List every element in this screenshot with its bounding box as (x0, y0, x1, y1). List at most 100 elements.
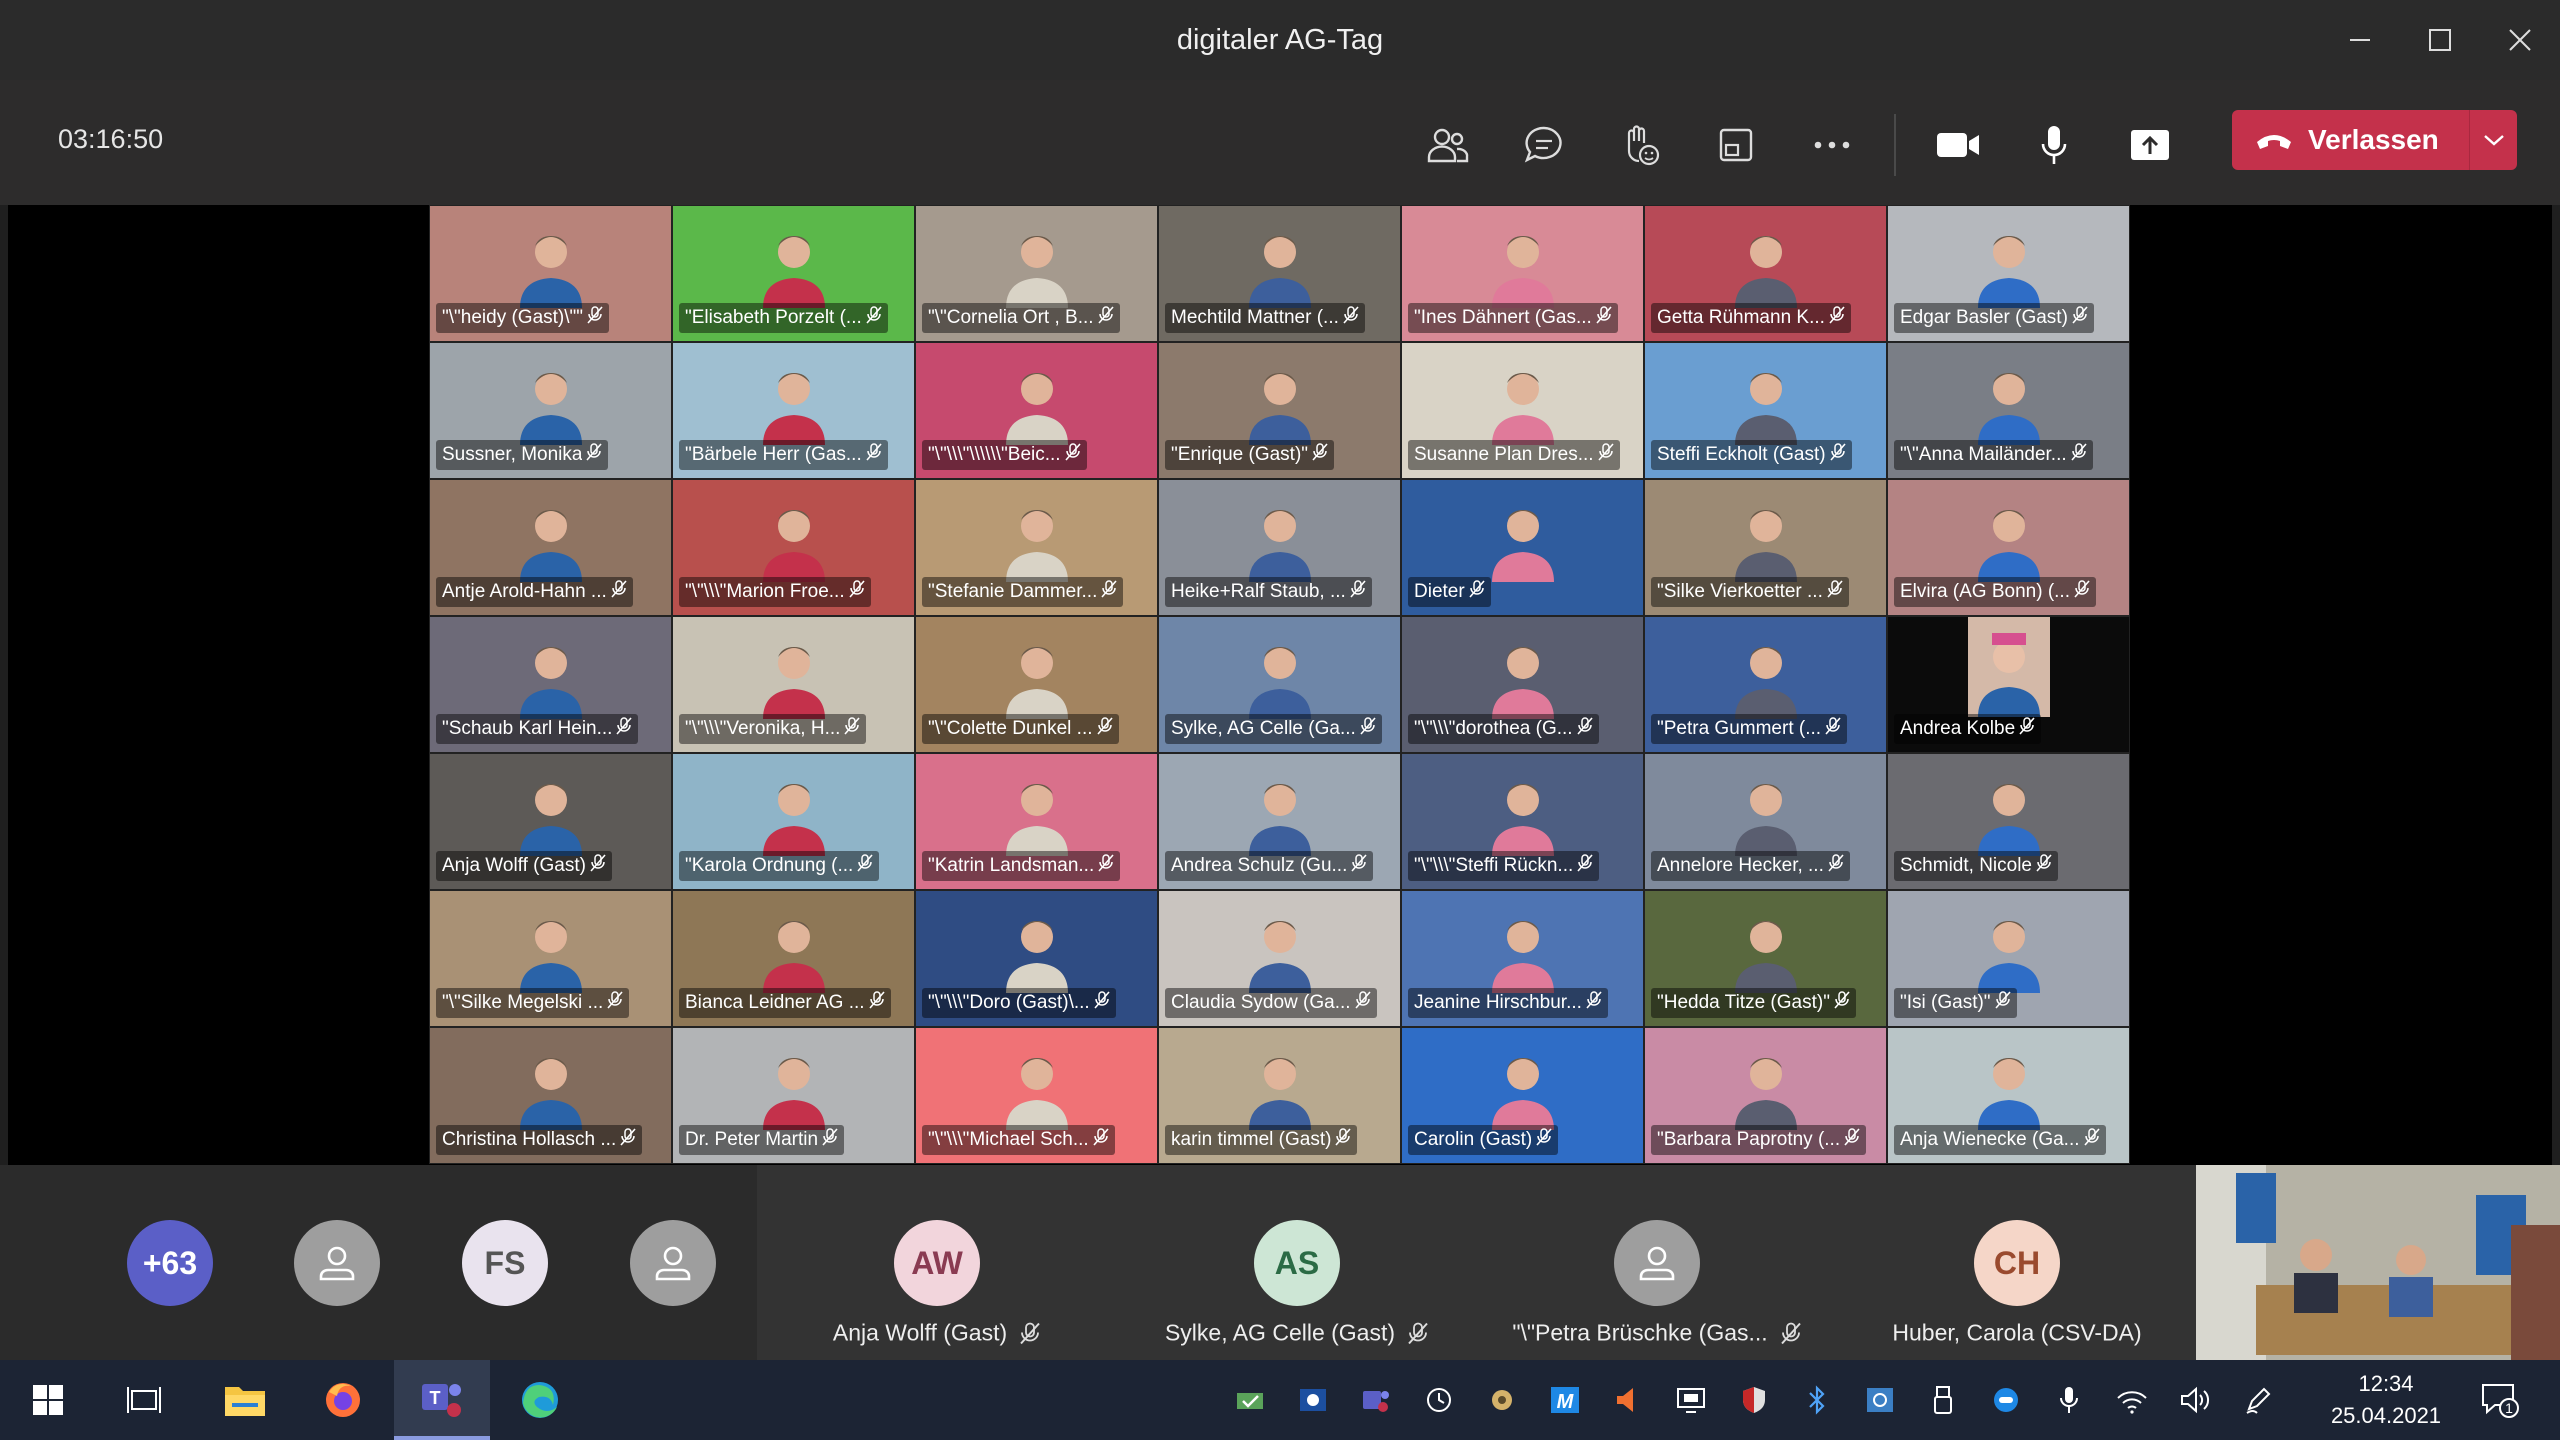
video-tile[interactable]: "Schaub Karl Hein... (429, 616, 672, 753)
tray-shield-icon[interactable] (1722, 1360, 1785, 1440)
task-view-button[interactable] (96, 1360, 192, 1440)
notification-center-button[interactable]: 1 (2452, 1360, 2548, 1440)
video-tile[interactable]: "Petra Gummert (... (1644, 616, 1887, 753)
volume-icon[interactable] (2163, 1360, 2226, 1440)
tray-security-icon[interactable] (1470, 1360, 1533, 1440)
meeting-toolbar: 03:16:50 (0, 80, 2560, 205)
rooms-button[interactable] (1688, 105, 1784, 185)
video-tile[interactable]: "Bärbele Herr (Gas... (672, 342, 915, 479)
video-tile[interactable]: "\"\\\"Marion Froe... (672, 479, 915, 616)
video-tile[interactable]: Sylke, AG Celle (Ga... (1158, 616, 1401, 753)
video-tile[interactable]: "\"\\\"Doro (Gast)\... (915, 890, 1158, 1027)
video-tile[interactable]: Edgar Basler (Gast) (1887, 205, 2130, 342)
video-tile[interactable]: "\"Anna Mailänder... (1887, 342, 2130, 479)
video-tile[interactable]: "Enrique (Gast)" (1158, 342, 1401, 479)
avatar-fs[interactable]: FS (462, 1220, 548, 1306)
participant-tile[interactable]: CH Huber, Carola (CSV-DA) (1837, 1165, 2197, 1360)
maximize-button[interactable] (2400, 0, 2480, 80)
chat-button[interactable] (1496, 105, 1592, 185)
tray-plan-icon[interactable] (1281, 1360, 1344, 1440)
video-tile[interactable]: karin timmel (Gast) (1158, 1027, 1401, 1164)
video-tile[interactable]: Schmidt, Nicole (1887, 753, 2130, 890)
video-tile[interactable]: Annelore Hecker, ... (1644, 753, 1887, 890)
self-view-video[interactable] (2196, 1165, 2560, 1360)
participant-video-figure (1488, 502, 1558, 582)
video-tile[interactable]: Andrea Schulz (Gu... (1158, 753, 1401, 890)
start-button[interactable] (0, 1360, 96, 1440)
participant-name: Andrea Schulz (Gu... (1171, 855, 1348, 876)
firefox-app[interactable] (295, 1360, 391, 1440)
share-screen-button[interactable] (2102, 105, 2198, 185)
video-tile[interactable]: "Elisabeth Porzelt (... (672, 205, 915, 342)
video-tile[interactable]: "\"\\\"dorothea (G... (1401, 616, 1644, 753)
more-actions-button[interactable] (1784, 105, 1880, 185)
tray-app-icon[interactable] (1218, 1360, 1281, 1440)
video-tile[interactable]: "\"Silke Megelski ... (429, 890, 672, 1027)
video-tile[interactable]: "Isi (Gast)" (1887, 890, 2130, 1027)
usb-icon[interactable] (1911, 1360, 1974, 1440)
video-tile[interactable]: "Stefanie Dammer... (915, 479, 1158, 616)
video-tile[interactable]: "Ines Dähnert (Gas... (1401, 205, 1644, 342)
video-tile[interactable]: Dieter (1401, 479, 1644, 616)
reactions-button[interactable] (1592, 105, 1688, 185)
video-tile[interactable]: Carolin (Gast) (1401, 1027, 1644, 1164)
pen-icon[interactable] (2226, 1360, 2289, 1440)
teams-app[interactable]: T (394, 1360, 490, 1440)
video-tile[interactable]: Bianca Leidner AG ... (672, 890, 915, 1027)
video-tile[interactable]: Anja Wienecke (Ga... (1887, 1027, 2130, 1164)
video-tile[interactable]: Antje Arold-Hahn ... (429, 479, 672, 616)
video-tile[interactable]: Anja Wolff (Gast) (429, 753, 672, 890)
more-participants-button[interactable]: +63 (127, 1220, 213, 1306)
avatar-anonymous[interactable] (630, 1220, 716, 1306)
system-clock[interactable]: 12:34 25.04.2021 (2316, 1368, 2456, 1432)
video-tile[interactable]: Christina Hollasch ... (429, 1027, 672, 1164)
video-tile[interactable]: "Katrin Landsman... (915, 753, 1158, 890)
video-tile[interactable]: Dr. Peter Martin (672, 1027, 915, 1164)
wifi-icon[interactable] (2100, 1360, 2163, 1440)
video-tile[interactable]: Claudia Sydow (Ga... (1158, 890, 1401, 1027)
mic-muted-icon (1098, 854, 1114, 878)
tray-display-icon[interactable] (1659, 1360, 1722, 1440)
tray-clock-icon[interactable] (1407, 1360, 1470, 1440)
tray-microphone-icon[interactable] (2037, 1360, 2100, 1440)
microphone-button[interactable] (2006, 105, 2102, 185)
video-tile[interactable]: Elvira (AG Bonn) (... (1887, 479, 2130, 616)
tray-teams-icon[interactable] (1344, 1360, 1407, 1440)
video-tile[interactable]: "\"Colette Dunkel ... (915, 616, 1158, 753)
tray-network-app-icon[interactable] (1848, 1360, 1911, 1440)
participants-button[interactable] (1400, 105, 1496, 185)
tray-chat-icon[interactable] (1974, 1360, 2037, 1440)
edge-app[interactable] (492, 1360, 588, 1440)
participant-tile[interactable]: AW Anja Wolff (Gast) (757, 1165, 1117, 1360)
tray-speaker-app-icon[interactable] (1596, 1360, 1659, 1440)
video-tile[interactable]: "\"\\\"Veronika, H... (672, 616, 915, 753)
video-tile[interactable]: "\"Cornelia Ort , B... (915, 205, 1158, 342)
video-tile[interactable]: Heike+Ralf Staub, ... (1158, 479, 1401, 616)
video-tile[interactable]: "Silke Vierkoetter ... (1644, 479, 1887, 616)
video-tile[interactable]: Steffi Eckholt (Gast) (1644, 342, 1887, 479)
video-tile[interactable]: "\"\\\"Steffi Rückn... (1401, 753, 1644, 890)
video-tile[interactable]: Sussner, Monika (429, 342, 672, 479)
bluetooth-icon[interactable] (1785, 1360, 1848, 1440)
file-explorer-app[interactable] (197, 1360, 293, 1440)
close-button[interactable] (2480, 0, 2560, 80)
leave-button[interactable]: Verlassen (2232, 110, 2469, 170)
leave-options-button[interactable] (2470, 110, 2517, 170)
camera-button[interactable] (1910, 105, 2006, 185)
video-tile[interactable]: "\"\\\"Michael Sch... (915, 1027, 1158, 1164)
video-tile[interactable]: Mechtild Mattner (... (1158, 205, 1401, 342)
participant-tile[interactable]: "\"Petra Brüschke (Gas... (1477, 1165, 1837, 1360)
video-tile[interactable]: Jeanine Hirschbur... (1401, 890, 1644, 1027)
video-tile[interactable]: Susanne Plan Dres... (1401, 342, 1644, 479)
video-tile[interactable]: "\"heidy (Gast)\"" (429, 205, 672, 342)
tray-mail-icon[interactable]: M (1533, 1360, 1596, 1440)
minimize-button[interactable] (2320, 0, 2400, 80)
video-tile[interactable]: "Barbara Paprotny (... (1644, 1027, 1887, 1164)
video-tile[interactable]: "\"\\\"\\\\\\"Beic... (915, 342, 1158, 479)
avatar-anonymous[interactable] (294, 1220, 380, 1306)
video-tile[interactable]: "Karola Ordnung (... (672, 753, 915, 890)
video-tile[interactable]: "Hedda Titze (Gast)" (1644, 890, 1887, 1027)
video-tile[interactable]: Getta Rühmann K... (1644, 205, 1887, 342)
video-tile[interactable]: Andrea Kolbe (1887, 616, 2130, 753)
participant-tile[interactable]: AS Sylke, AG Celle (Gast) (1117, 1165, 1477, 1360)
